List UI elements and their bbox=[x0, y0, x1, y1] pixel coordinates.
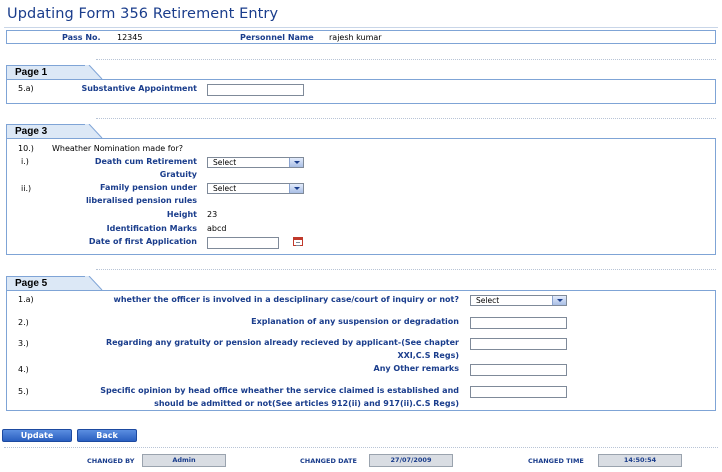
q1a-number: 1.a) bbox=[18, 295, 34, 304]
identification-marks-value: abcd bbox=[207, 224, 227, 233]
page-3-panel: 10.) Wheather Nomination made for? i.) D… bbox=[6, 138, 716, 255]
gratuity-pension-received-input[interactable] bbox=[470, 338, 567, 350]
tab-page-5: Page 5 bbox=[6, 276, 86, 290]
audit-footer: CHANGED BY Admin CHANGED DATE 27/07/2009… bbox=[0, 454, 722, 468]
suspension-explanation-input[interactable] bbox=[470, 317, 567, 329]
changed-time-label: CHANGED TIME bbox=[528, 457, 584, 465]
head-office-opinion-input[interactable] bbox=[470, 386, 567, 398]
disciplinary-case-select-value: Select bbox=[476, 296, 500, 305]
date-first-application-input[interactable] bbox=[207, 237, 279, 249]
changed-by-label: CHANGED BY bbox=[87, 457, 135, 465]
height-value: 23 bbox=[207, 210, 218, 219]
section-divider bbox=[96, 59, 716, 60]
chevron-down-icon[interactable] bbox=[289, 158, 303, 167]
qi-label-line2: Gratuity bbox=[159, 170, 197, 179]
tab-corner bbox=[85, 276, 103, 290]
substantive-appointment-input[interactable] bbox=[207, 84, 304, 96]
q3-label-line2: XXI,C.S Regs) bbox=[397, 351, 459, 360]
update-button[interactable]: Update bbox=[2, 429, 72, 442]
qii-label-line1: Family pension under bbox=[99, 183, 197, 192]
height-label: Height bbox=[166, 210, 197, 219]
death-gratuity-select-value: Select bbox=[213, 158, 237, 167]
q10-number: 10.) bbox=[18, 144, 34, 153]
page-title: Updating Form 356 Retirement Entry bbox=[7, 6, 279, 22]
changed-by-value: Admin bbox=[142, 454, 226, 467]
q2-number: 2.) bbox=[18, 318, 29, 327]
changed-date-value: 27/07/2009 bbox=[369, 454, 453, 467]
qii-label-line2: liberalised pension rules bbox=[85, 196, 197, 205]
tab-page-5-label: Page 5 bbox=[15, 278, 48, 289]
personnel-name-value: rajesh kumar bbox=[329, 33, 382, 42]
q5a-label: Substantive Appointment bbox=[81, 84, 197, 93]
death-gratuity-select[interactable]: Select bbox=[207, 157, 304, 168]
q3-label-line1: Regarding any gratuity or pension alread… bbox=[105, 338, 459, 347]
changed-date-label: CHANGED DATE bbox=[300, 457, 357, 465]
section-divider bbox=[96, 118, 716, 119]
date-first-application-label: Date of first Application bbox=[88, 237, 197, 246]
q3-number: 3.) bbox=[18, 339, 29, 348]
chevron-down-icon[interactable] bbox=[552, 296, 566, 305]
qi-label-line1: Death cum Retirement bbox=[94, 157, 197, 166]
tab-corner bbox=[85, 124, 103, 138]
q1a-label: whether the officer is involved in a des… bbox=[113, 295, 459, 304]
qi-number: i.) bbox=[21, 157, 29, 166]
tab-corner bbox=[85, 65, 103, 79]
changed-time-value: 14:50:54 bbox=[598, 454, 682, 467]
pass-no-label: Pass No. bbox=[62, 33, 101, 42]
family-pension-select-value: Select bbox=[213, 184, 237, 193]
q4-label: Any Other remarks bbox=[373, 364, 460, 373]
page-5-panel: 1.a) whether the officer is involved in … bbox=[6, 290, 716, 411]
section-divider bbox=[96, 269, 716, 270]
q5-label-line1: Specific opinion by head office wheather… bbox=[100, 386, 459, 395]
q2-label: Explanation of any suspension or degrada… bbox=[251, 317, 459, 326]
footer-divider bbox=[4, 447, 718, 448]
tab-page-1: Page 1 bbox=[6, 65, 86, 79]
q5-label-line2: should be admitted or not(See articles 9… bbox=[154, 399, 459, 408]
disciplinary-case-select[interactable]: Select bbox=[470, 295, 567, 306]
family-pension-select[interactable]: Select bbox=[207, 183, 304, 194]
personnel-name-label: Personnel Name bbox=[240, 33, 314, 42]
personnel-header: Pass No. 12345 Personnel Name rajesh kum… bbox=[6, 30, 716, 44]
tab-page-1-label: Page 1 bbox=[15, 67, 48, 78]
pass-no-value: 12345 bbox=[117, 33, 143, 42]
title-divider bbox=[4, 27, 718, 28]
chevron-down-icon[interactable] bbox=[289, 184, 303, 193]
identification-marks-label: Identification Marks bbox=[106, 224, 197, 233]
qii-number: ii.) bbox=[21, 184, 32, 193]
calendar-icon[interactable] bbox=[293, 237, 303, 246]
q10-text: Wheather Nomination made for? bbox=[52, 144, 183, 153]
other-remarks-input[interactable] bbox=[470, 364, 567, 376]
page-1-panel: 5.a) Substantive Appointment bbox=[6, 79, 716, 104]
tab-page-3-label: Page 3 bbox=[15, 126, 48, 137]
q5-number: 5.) bbox=[18, 387, 29, 396]
tab-page-3: Page 3 bbox=[6, 124, 86, 138]
q4-number: 4.) bbox=[18, 365, 29, 374]
back-button[interactable]: Back bbox=[77, 429, 137, 442]
q5a-number: 5.a) bbox=[18, 84, 34, 93]
